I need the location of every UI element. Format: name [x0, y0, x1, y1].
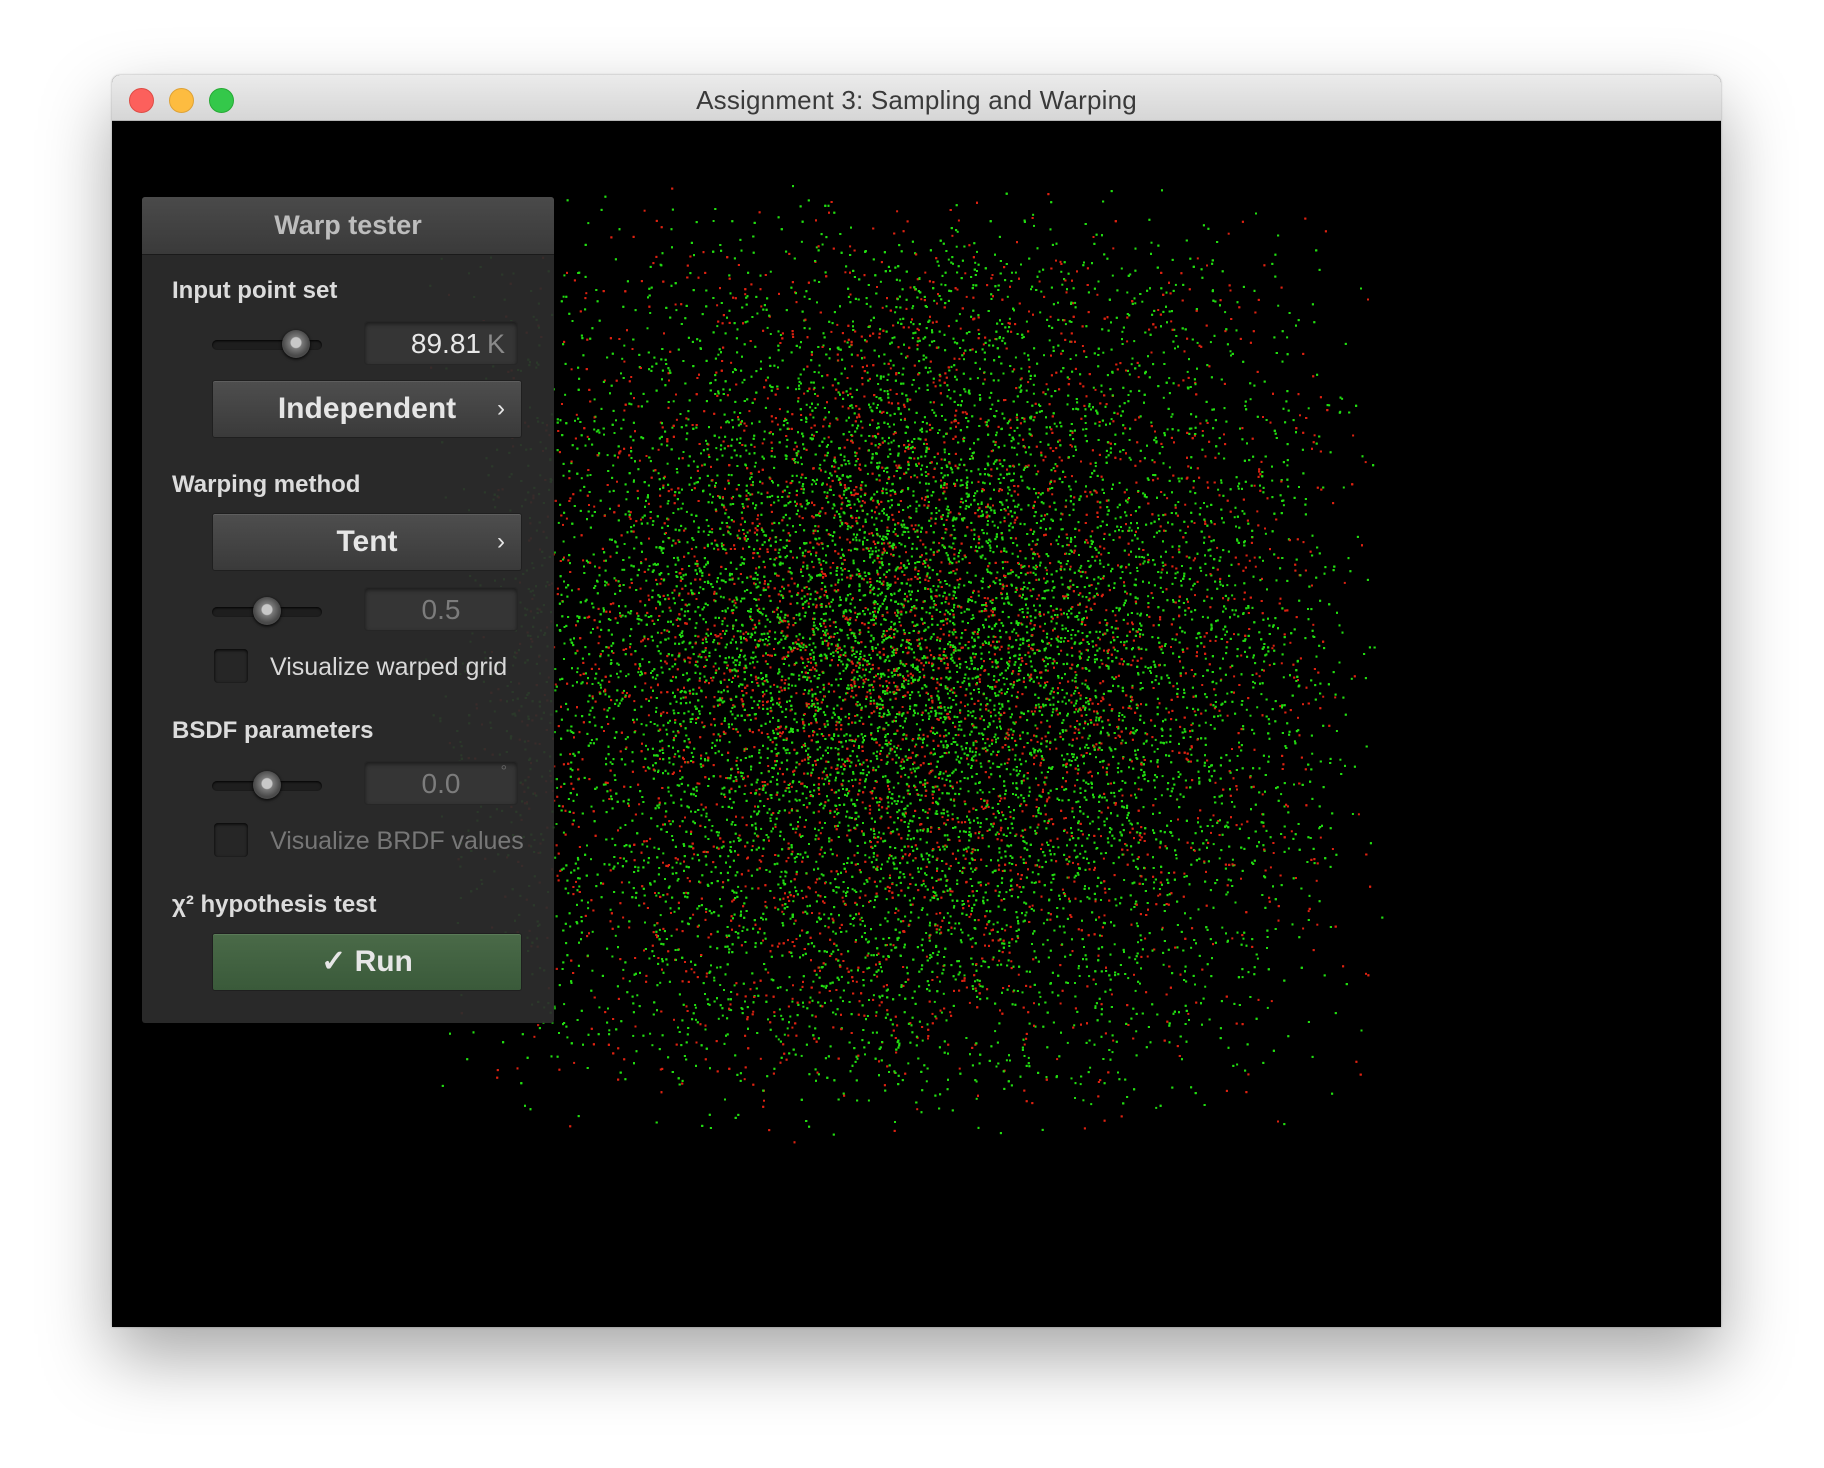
- point-cloud-canvas[interactable]: Warp tester Input point set 89.81 K Indep…: [112, 121, 1721, 1327]
- warp-parameter-value: 0.5: [422, 594, 461, 625]
- bsdf-angle-field[interactable]: 0.0 °: [364, 761, 518, 805]
- point-count-slider[interactable]: [212, 330, 322, 358]
- bsdf-angle-slider-knob[interactable]: [253, 771, 281, 799]
- warping-method-value: Tent: [336, 525, 397, 558]
- point-count-value: 89.81: [411, 328, 481, 359]
- run-test-label: ✓ Run: [321, 945, 413, 978]
- point-count-unit: K: [487, 329, 505, 359]
- input-point-set-label: Input point set: [172, 277, 337, 305]
- hypothesis-test-label: χ² hypothesis test: [172, 891, 377, 919]
- warp-tester-panel: Warp tester Input point set 89.81 K Indep…: [142, 197, 554, 1023]
- point-count-field[interactable]: 89.81 K: [364, 321, 518, 365]
- visualize-brdf-checkbox[interactable]: [214, 823, 248, 857]
- chevron-right-icon: ›: [497, 381, 505, 437]
- sampler-type-label: Independent: [278, 392, 456, 425]
- chevron-right-icon: ›: [497, 514, 505, 570]
- visualize-warped-grid-checkbox[interactable]: [214, 649, 248, 683]
- run-test-button[interactable]: ✓ Run: [212, 933, 522, 991]
- visualize-brdf-label: Visualize BRDF values: [270, 827, 524, 856]
- title-bar: Assignment 3: Sampling and Warping: [112, 75, 1721, 121]
- app-window: Assignment 3: Sampling and Warping Warp …: [112, 75, 1721, 1327]
- warping-method-label: Warping method: [172, 471, 360, 499]
- warp-parameter-slider[interactable]: [212, 597, 322, 625]
- visualize-warped-grid-label: Visualize warped grid: [270, 653, 507, 682]
- warp-parameter-slider-knob[interactable]: [253, 597, 281, 625]
- point-count-slider-knob[interactable]: [282, 330, 310, 358]
- bsdf-angle-unit: °: [501, 750, 507, 794]
- window-title: Assignment 3: Sampling and Warping: [112, 85, 1721, 116]
- bsdf-angle-value: 0.0: [422, 768, 461, 799]
- panel-title[interactable]: Warp tester: [142, 197, 554, 255]
- warp-parameter-field[interactable]: 0.5: [364, 587, 518, 631]
- bsdf-parameters-label: BSDF parameters: [172, 717, 373, 745]
- sampler-type-button[interactable]: Independent ›: [212, 380, 522, 438]
- bsdf-angle-slider[interactable]: [212, 771, 322, 799]
- warping-method-button[interactable]: Tent ›: [212, 513, 522, 571]
